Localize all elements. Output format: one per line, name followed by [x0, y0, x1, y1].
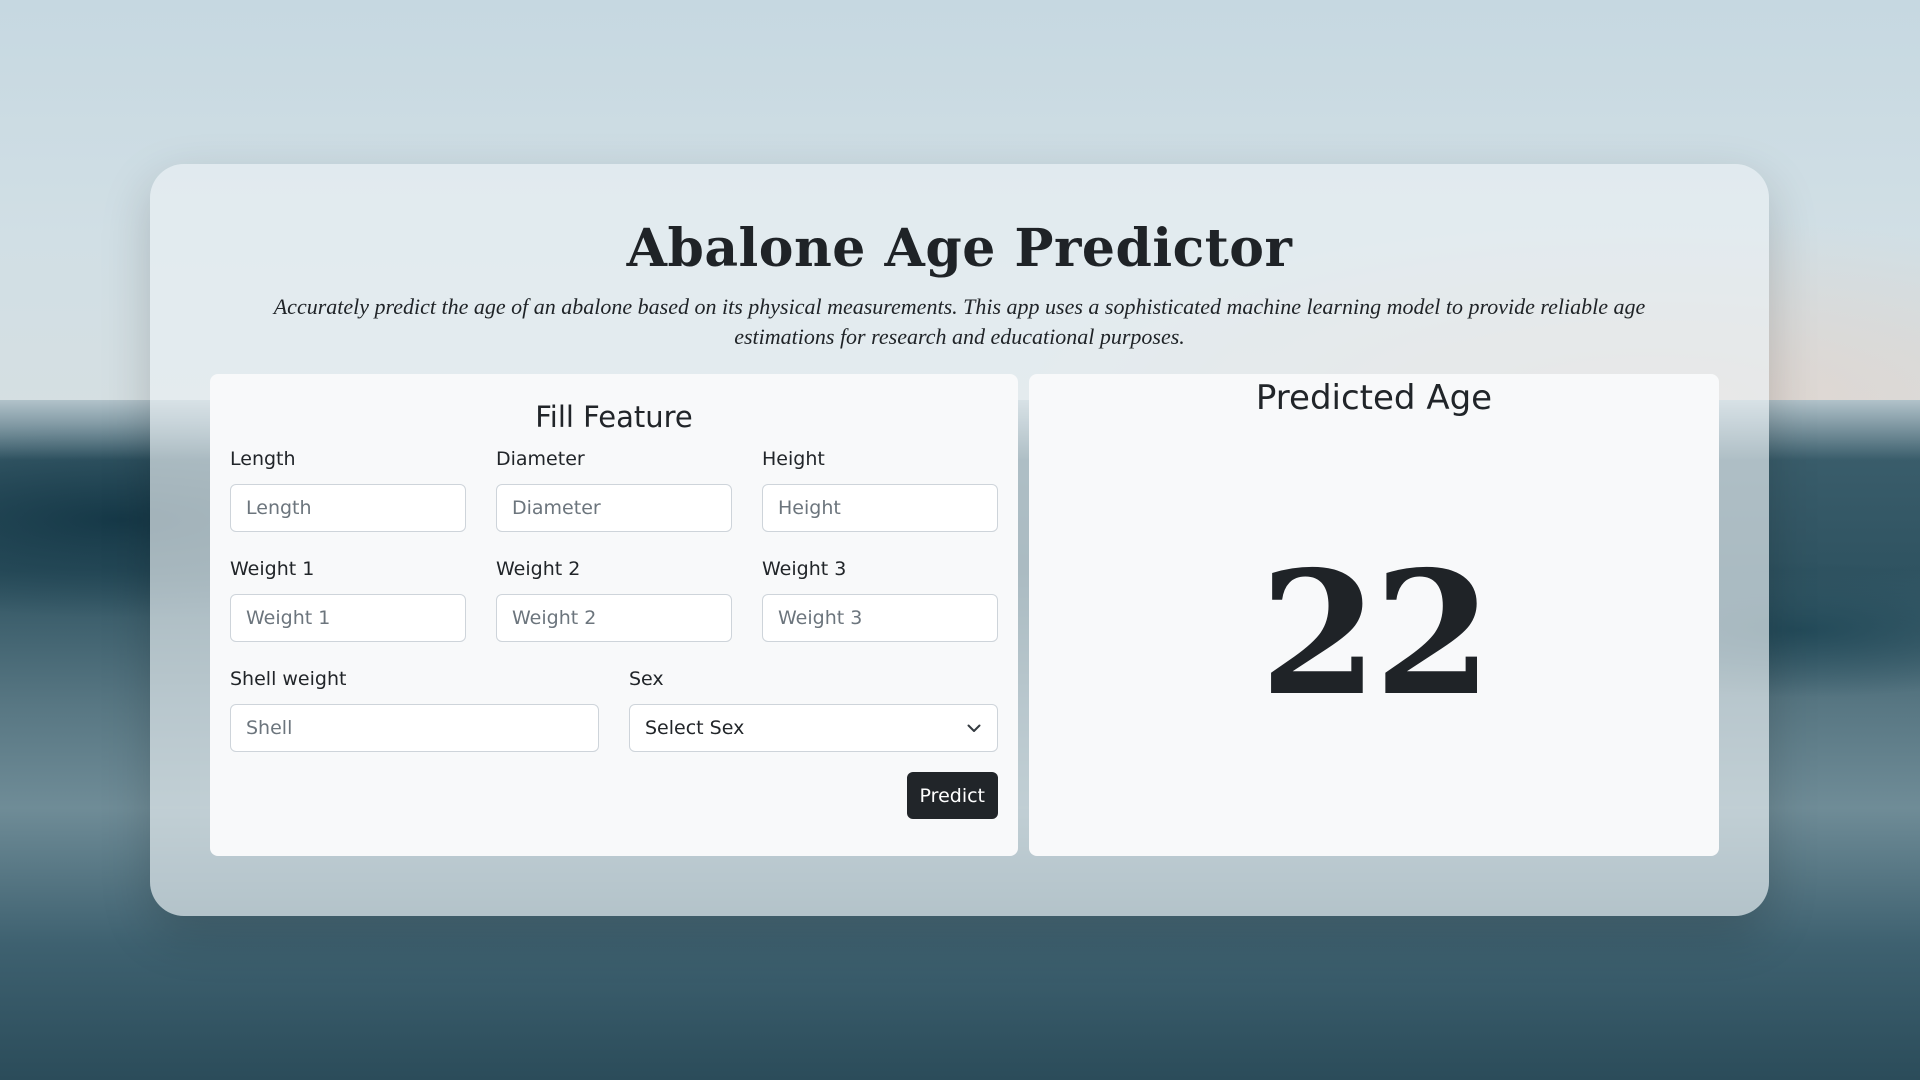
height-label: Height — [762, 448, 825, 470]
weight1-input[interactable] — [230, 594, 466, 642]
result-title: Predicted Age — [1255, 378, 1493, 418]
shell-field-group: Shell weight — [230, 666, 599, 752]
page-title: Abalone Age Predictor — [626, 218, 1293, 279]
weight3-field-group: Weight 3 — [762, 556, 998, 642]
weight2-field-group: Weight 2 — [496, 556, 732, 642]
feature-form-card: Fill Feature Length Diameter Height Weig… — [210, 374, 1018, 856]
weight3-input[interactable] — [762, 594, 998, 642]
weight1-label: Weight 1 — [230, 558, 315, 580]
diameter-label: Diameter — [496, 448, 585, 470]
page-subtitle: Accurately predict the age of an abalone… — [273, 294, 1646, 349]
shell-weight-label: Shell weight — [230, 668, 347, 690]
form-title: Fill Feature — [535, 400, 693, 434]
diameter-field-group: Diameter — [496, 446, 732, 532]
sex-field-group: Sex Select Sex — [629, 666, 998, 752]
weight3-label: Weight 3 — [762, 558, 847, 580]
height-field-group: Height — [762, 446, 998, 532]
result-card: Predicted Age 22 — [1029, 374, 1719, 856]
form-row-3: Shell weight Sex Select Sex — [230, 666, 998, 752]
weight2-label: Weight 2 — [496, 558, 581, 580]
length-label: Length — [230, 448, 296, 470]
form-row-2: Weight 1 Weight 2 Weight 3 — [230, 556, 998, 642]
sex-label: Sex — [629, 668, 664, 690]
length-field-group: Length — [230, 446, 466, 532]
sex-select-value: Select Sex — [645, 717, 745, 739]
weight1-field-group: Weight 1 — [230, 556, 466, 642]
chevron-down-icon — [967, 724, 981, 732]
shell-weight-input[interactable] — [230, 704, 599, 752]
predict-button[interactable]: Predict — [906, 772, 998, 819]
weight2-input[interactable] — [496, 594, 732, 642]
diameter-input[interactable] — [496, 484, 732, 532]
length-input[interactable] — [230, 484, 466, 532]
main-panel: Abalone Age Predictor Accurately predict… — [150, 164, 1769, 916]
form-actions: Predict — [230, 772, 998, 819]
sex-select[interactable]: Select Sex — [629, 704, 998, 752]
predicted-age-value: 22 — [1259, 534, 1493, 734]
form-row-1: Length Diameter Height — [230, 446, 998, 532]
height-input[interactable] — [762, 484, 998, 532]
